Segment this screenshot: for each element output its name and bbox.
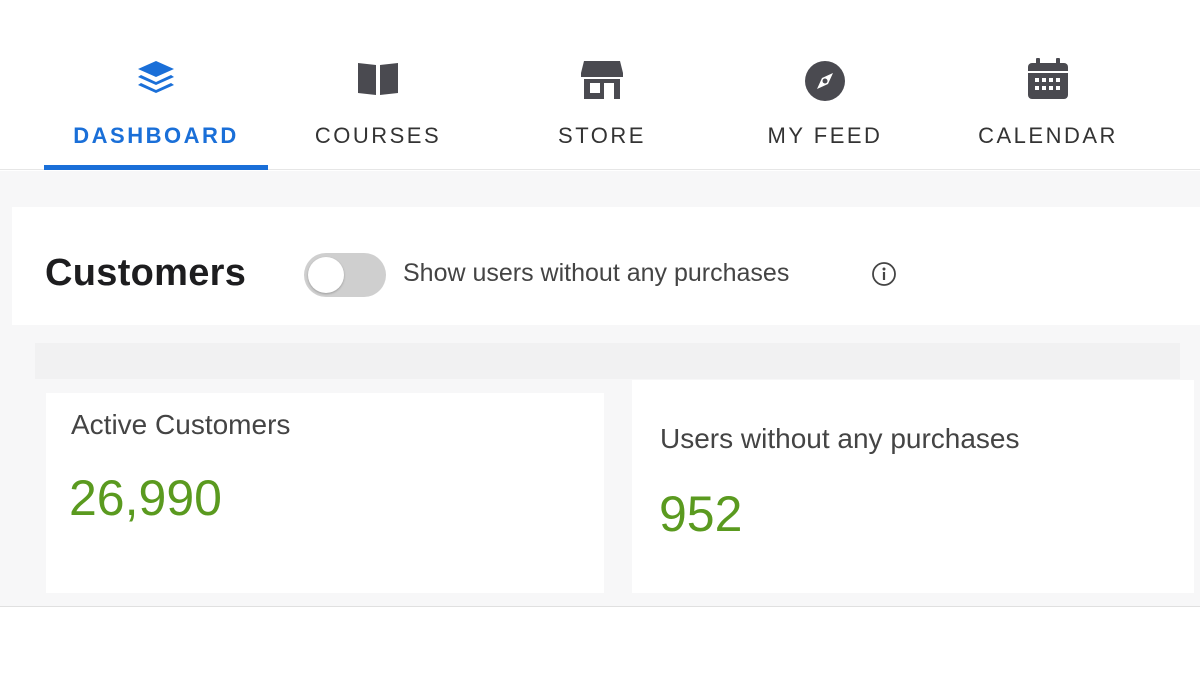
top-navigation: DASHBOARD COURSES STORE MY FEED CALENDAR [0, 0, 1200, 170]
layers-icon [132, 55, 180, 103]
store-icon [578, 55, 626, 103]
tab-label: COURSES [314, 123, 442, 148]
page-title: Customers [45, 252, 247, 294]
tab-label: STORE [558, 123, 646, 148]
tab-label: CALENDAR [978, 123, 1118, 148]
toggle-label: Show users without any purchases [403, 259, 790, 287]
tab-label: DASHBOARD [73, 123, 239, 148]
tab-courses[interactable]: COURSES [266, 55, 490, 170]
stats-divider [35, 343, 1180, 379]
tab-dashboard[interactable]: DASHBOARD [44, 55, 268, 170]
compass-icon [801, 55, 849, 103]
info-icon[interactable] [871, 261, 897, 287]
active-customers-card: Active Customers 26,990 [46, 393, 604, 593]
no-purchase-users-card: Users without any purchases 952 [632, 380, 1194, 593]
tab-calendar[interactable]: CALENDAR [936, 55, 1160, 170]
stat-label: Active Customers [71, 409, 291, 440]
tab-label: MY FEED [767, 123, 883, 148]
tab-store[interactable]: STORE [490, 55, 714, 170]
stat-label: Users without any purchases [660, 423, 1020, 454]
show-no-purchase-toggle[interactable] [304, 253, 386, 297]
stat-value: 26,990 [69, 470, 222, 526]
tab-my-feed[interactable]: MY FEED [713, 55, 937, 170]
stat-value: 952 [659, 486, 743, 542]
book-icon [354, 55, 402, 103]
calendar-icon [1024, 55, 1072, 103]
active-tab-indicator [44, 165, 268, 170]
toggle-knob [308, 257, 344, 293]
